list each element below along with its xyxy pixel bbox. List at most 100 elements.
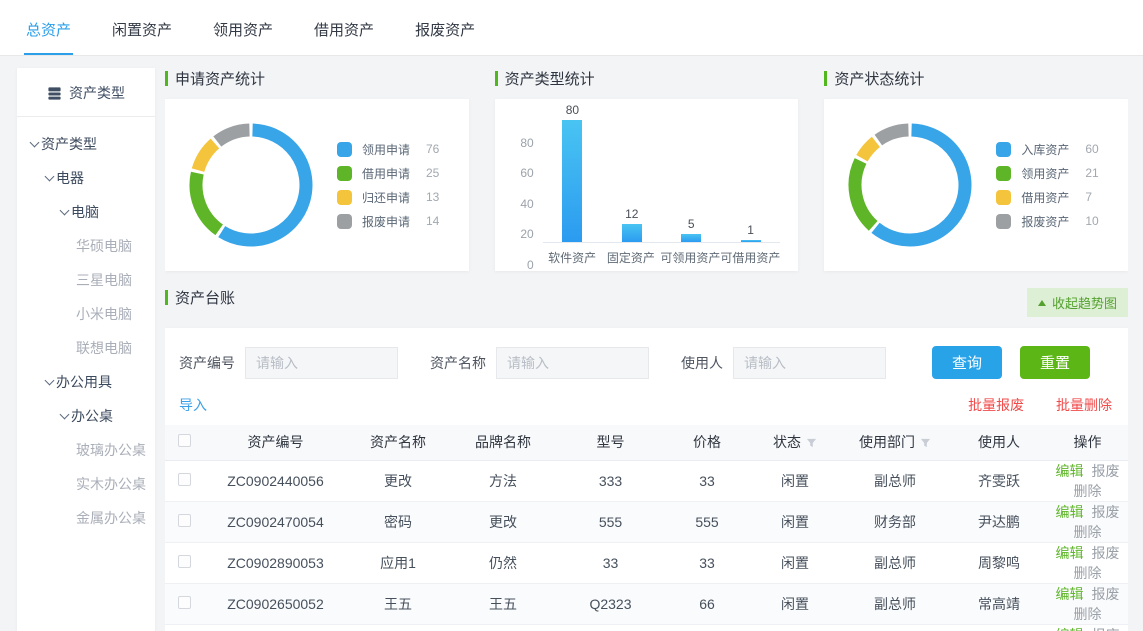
tree-item-华硕电脑[interactable]: 华硕电脑	[17, 229, 155, 263]
cell-asset-name: 应用1	[348, 542, 448, 583]
cell-asset-code: ZC0902380048	[203, 624, 348, 631]
scrap-link[interactable]: 报废	[1092, 545, 1120, 561]
edit-link[interactable]: 编辑	[1056, 545, 1084, 561]
scrap-link[interactable]: 报废	[1092, 627, 1120, 631]
legend-item-领用申请[interactable]: 领用申请76	[337, 141, 439, 158]
chart-section-资产类型统计: 资产类型统计020406080801251软件资产固定资产可领用资产可借用资产	[495, 68, 799, 271]
cell-user: 齐雯跃	[951, 460, 1047, 501]
cell-status: 闲置	[751, 583, 839, 624]
tab-闲置资产[interactable]: 闲置资产	[110, 0, 174, 55]
tree-item-电脑[interactable]: 电脑	[17, 195, 155, 229]
legend-swatch	[996, 214, 1011, 229]
edit-link[interactable]: 编辑	[1056, 586, 1084, 602]
chevron-down-icon	[45, 376, 55, 386]
tree-item-金属办公桌[interactable]: 金属办公桌	[17, 501, 155, 535]
tree-item-电器[interactable]: 电器	[17, 161, 155, 195]
chart-title-资产类型统计: 资产类型统计	[495, 68, 799, 89]
scrap-link[interactable]: 报废	[1092, 463, 1120, 479]
legend-value: 14	[426, 214, 439, 228]
legend-item-报废资产[interactable]: 报废资产10	[996, 213, 1098, 230]
bar	[622, 224, 642, 242]
search-input-使用人[interactable]	[733, 347, 886, 379]
table-row: ZC0902650052王五王五Q232366闲置副总师常高靖编辑报废删除	[165, 583, 1128, 624]
edit-link[interactable]: 编辑	[1056, 463, 1084, 479]
tree-item-办公用具[interactable]: 办公用具	[17, 365, 155, 399]
tree-item-小米电脑[interactable]: 小米电脑	[17, 297, 155, 331]
tree-item-玻璃办公桌[interactable]: 玻璃办公桌	[17, 433, 155, 467]
edit-link[interactable]: 编辑	[1056, 504, 1084, 520]
tree-item-实木办公桌[interactable]: 实木办公桌	[17, 467, 155, 501]
tree-item-label: 电脑	[71, 204, 99, 220]
search-input-资产编号[interactable]	[245, 347, 398, 379]
legend-swatch	[337, 142, 352, 157]
bar	[562, 120, 582, 242]
bar-value-label: 1	[747, 223, 754, 237]
header-checkbox-cell	[165, 425, 203, 460]
import-link[interactable]: 导入	[179, 395, 207, 415]
tab-借用资产[interactable]: 借用资产	[312, 0, 376, 55]
charts-row: 申请资产统计领用申请76借用申请25归还申请13报废申请14资产类型统计0204…	[165, 68, 1128, 271]
tree-item-label: 实木办公桌	[76, 476, 146, 492]
tab-领用资产[interactable]: 领用资产	[211, 0, 275, 55]
scrap-link[interactable]: 报废	[1092, 504, 1120, 520]
legend-item-借用资产[interactable]: 借用资产7	[996, 189, 1098, 206]
reset-button[interactable]: 重置	[1020, 346, 1090, 379]
legend-value: 7	[1085, 190, 1092, 204]
select-all-checkbox[interactable]	[178, 434, 191, 447]
cell-price: 33	[663, 542, 751, 583]
batch-scrap-link[interactable]: 批量报废	[968, 397, 1024, 413]
delete-link[interactable]: 删除	[1074, 483, 1102, 499]
scrap-link[interactable]: 报废	[1092, 586, 1120, 602]
delete-link[interactable]: 删除	[1074, 565, 1102, 581]
bar-value-label: 5	[688, 217, 695, 231]
cell-user: 尹达鹏	[951, 624, 1047, 631]
y-axis-tick: 80	[520, 136, 533, 150]
bar	[741, 240, 761, 242]
legend-item-报废申请[interactable]: 报废申请14	[337, 213, 439, 230]
y-axis-tick: 40	[520, 197, 533, 211]
legend-value: 21	[1085, 166, 1098, 180]
filter-icon[interactable]	[806, 437, 817, 448]
section-marker	[824, 71, 827, 86]
tab-总资产[interactable]: 总资产	[24, 0, 73, 55]
tree-item-label: 资产类型	[41, 136, 97, 152]
legend-item-借用申请[interactable]: 借用申请25	[337, 165, 439, 182]
row-checkbox[interactable]	[178, 473, 191, 486]
delete-link[interactable]: 删除	[1074, 524, 1102, 540]
cell-operations: 编辑报废删除	[1047, 460, 1128, 501]
bar-column-软件资产: 80	[543, 103, 602, 242]
row-checkbox[interactable]	[178, 555, 191, 568]
collapse-trend-button[interactable]: 收起趋势图	[1027, 288, 1128, 317]
tab-报废资产[interactable]: 报废资产	[413, 0, 477, 55]
column-header-资产编号: 资产编号	[203, 425, 348, 460]
donut-card: 领用申请76 借用申请25 归还申请13 报废申请14	[165, 99, 469, 271]
row-checkbox[interactable]	[178, 596, 191, 609]
cell-price: 555	[663, 501, 751, 542]
cell-model: 33	[558, 542, 663, 583]
ledger-title-text: 资产台账	[175, 287, 235, 308]
legend-label: 报废申请	[362, 213, 426, 230]
tree-item-资产类型[interactable]: 资产类型	[17, 127, 155, 161]
legend-value: 76	[426, 142, 439, 156]
cell-asset-name: 王五	[348, 583, 448, 624]
tree-item-三星电脑[interactable]: 三星电脑	[17, 263, 155, 297]
cell-brand: 更改	[448, 501, 558, 542]
column-header-使用人: 使用人	[951, 425, 1047, 460]
legend-item-归还申请[interactable]: 归还申请13	[337, 189, 439, 206]
batch-delete-link[interactable]: 批量删除	[1056, 397, 1112, 413]
query-button[interactable]: 查询	[932, 346, 1002, 379]
tree-item-办公桌[interactable]: 办公桌	[17, 399, 155, 433]
legend-item-入库资产[interactable]: 入库资产60	[996, 141, 1098, 158]
section-marker	[165, 290, 168, 305]
row-checkbox[interactable]	[178, 514, 191, 527]
tree-item-联想电脑[interactable]: 联想电脑	[17, 331, 155, 365]
asset-table: 资产编号资产名称品牌名称型号价格状态使用部门使用人操作 ZC0902440056…	[165, 425, 1128, 631]
edit-link[interactable]: 编辑	[1056, 627, 1084, 631]
delete-link[interactable]: 删除	[1074, 606, 1102, 622]
search-input-资产名称[interactable]	[496, 347, 649, 379]
legend-item-领用资产[interactable]: 领用资产21	[996, 165, 1098, 182]
chart-title-申请资产统计: 申请资产统计	[165, 68, 469, 89]
legend-value: 25	[426, 166, 439, 180]
filter-icon[interactable]	[920, 437, 931, 448]
bar-value-label: 80	[566, 103, 579, 117]
